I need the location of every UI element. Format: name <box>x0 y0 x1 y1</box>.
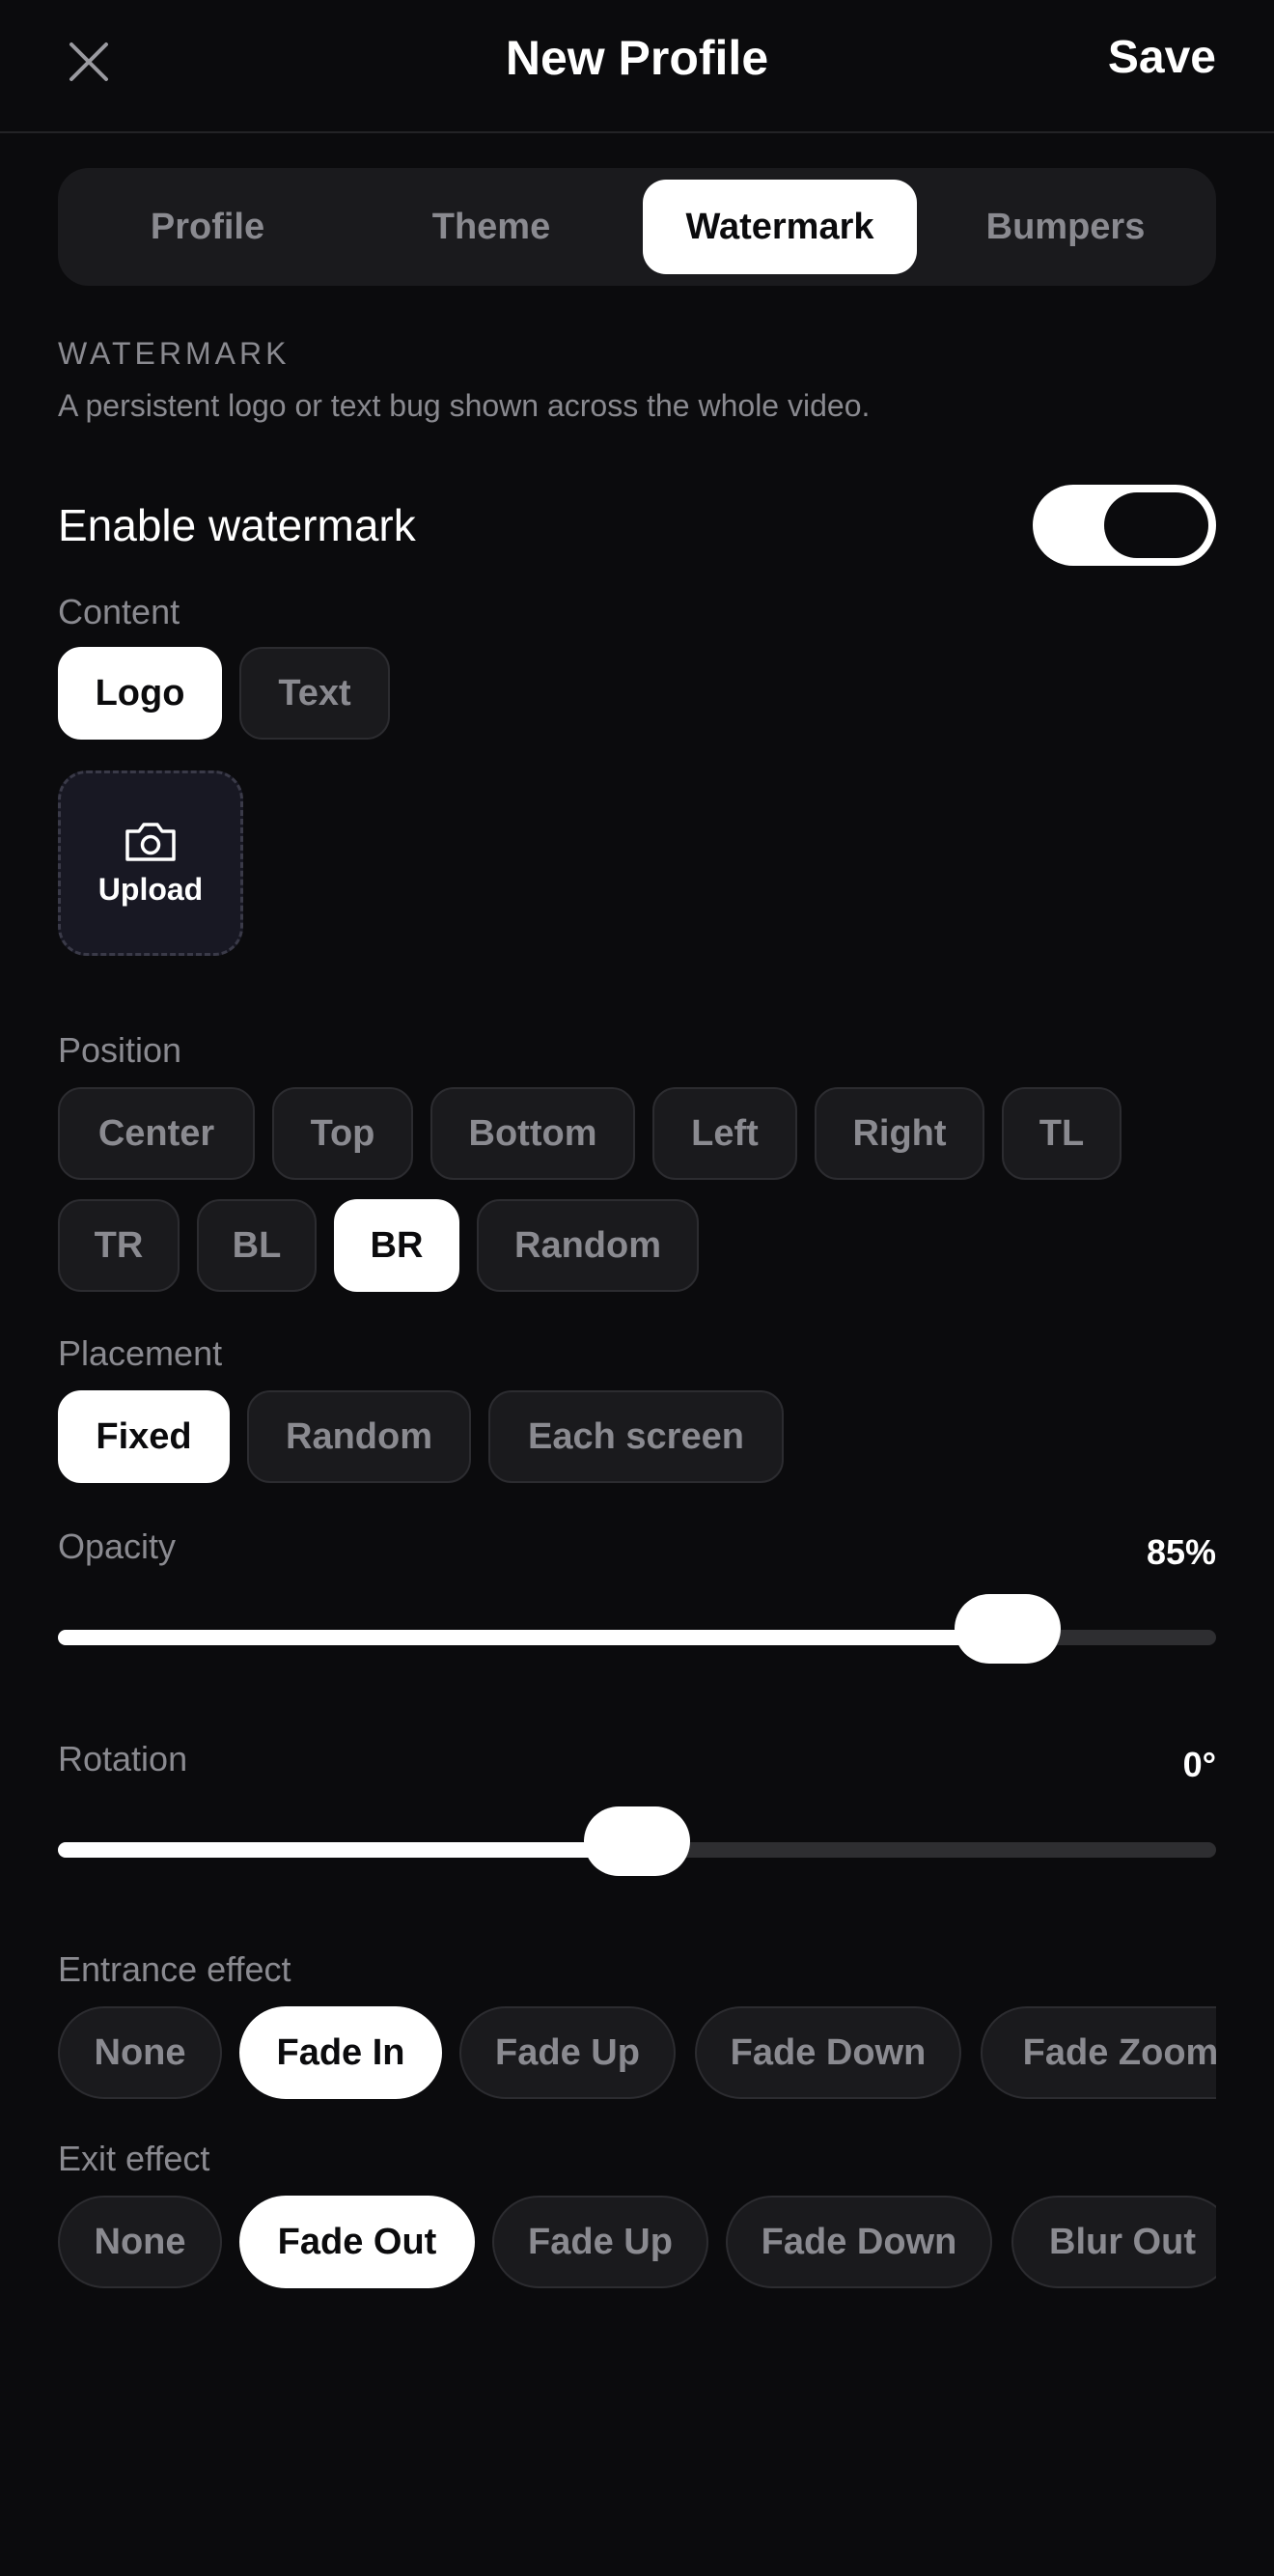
position-label: Position <box>58 1030 182 1070</box>
position-option-br[interactable]: BR <box>334 1199 459 1292</box>
position-option-right[interactable]: Right <box>815 1087 984 1180</box>
exit-effect-label: Exit effect <box>58 2139 210 2178</box>
entrance-option-fade-in[interactable]: Fade In <box>239 2006 442 2099</box>
opacity-value: 85% <box>1146 1532 1216 1572</box>
content-option-text[interactable]: Text <box>239 647 390 740</box>
opacity-label: Opacity <box>58 1526 177 1566</box>
position-option-center[interactable]: Center <box>58 1087 255 1180</box>
placement-option-fixed[interactable]: Fixed <box>58 1390 230 1483</box>
exit-option-fade-out[interactable]: Fade Out <box>239 2196 475 2288</box>
placement-option-each-screen[interactable]: Each screen <box>488 1390 784 1483</box>
placement-option-random[interactable]: Random <box>247 1390 471 1483</box>
tab-profile[interactable]: Profile <box>69 180 346 274</box>
entrance-option-fade-down[interactable]: Fade Down <box>695 2006 961 2099</box>
entrance-option-none[interactable]: None <box>58 2006 222 2099</box>
entrance-option-fade-up[interactable]: Fade Up <box>459 2006 676 2099</box>
opacity-slider-thumb[interactable] <box>955 1594 1061 1664</box>
rotation-value: 0° <box>1182 1745 1216 1784</box>
rotation-slider-fill <box>58 1842 637 1858</box>
toggle-knob <box>1104 492 1208 558</box>
section-description: A persistent logo or text bug shown acro… <box>58 388 871 423</box>
header-bar: New Profile Save <box>0 0 1274 133</box>
exit-option-none[interactable]: None <box>58 2196 222 2288</box>
position-option-left[interactable]: Left <box>652 1087 797 1180</box>
tab-bumpers[interactable]: Bumpers <box>927 180 1205 274</box>
rotation-slider-thumb[interactable] <box>584 1806 690 1876</box>
rotation-label: Rotation <box>58 1739 188 1778</box>
position-option-random[interactable]: Random <box>477 1199 699 1292</box>
opacity-slider-fill <box>58 1630 1008 1645</box>
tab-theme[interactable]: Theme <box>355 180 627 274</box>
camera-icon <box>125 822 176 861</box>
entrance-effect-options: None Fade In Fade Up Fade Down Fade Zoom <box>58 2001 1216 2107</box>
exit-option-fade-down[interactable]: Fade Down <box>726 2196 992 2288</box>
exit-effect-options: None Fade Out Fade Up Fade Down Blur Out <box>58 2190 1216 2296</box>
opacity-slider[interactable] <box>58 1594 1216 1664</box>
position-option-bl[interactable]: BL <box>197 1199 317 1292</box>
upload-button[interactable]: Upload <box>58 770 243 956</box>
rotation-slider[interactable] <box>58 1806 1216 1876</box>
placement-label: Placement <box>58 1333 223 1373</box>
tab-watermark[interactable]: Watermark <box>643 180 917 274</box>
entrance-option-fade-zoom[interactable]: Fade Zoom <box>981 2006 1216 2099</box>
exit-option-blur-out[interactable]: Blur Out <box>1011 2196 1216 2288</box>
position-option-tr[interactable]: TR <box>58 1199 180 1292</box>
position-option-bottom[interactable]: Bottom <box>430 1087 635 1180</box>
enable-watermark-toggle[interactable] <box>1033 485 1216 566</box>
save-button[interactable]: Save <box>1108 27 1216 89</box>
content-label: Content <box>58 592 180 631</box>
profile-tabs: Profile Theme Watermark Bumpers <box>58 168 1216 286</box>
position-option-tl[interactable]: TL <box>1002 1087 1122 1180</box>
section-title: WATERMARK <box>58 336 291 371</box>
upload-label: Upload <box>97 871 204 907</box>
enable-watermark-label: Enable watermark <box>58 500 416 550</box>
exit-option-fade-up[interactable]: Fade Up <box>492 2196 708 2288</box>
position-option-top[interactable]: Top <box>272 1087 413 1180</box>
content-option-logo[interactable]: Logo <box>58 647 222 740</box>
page-title: New Profile <box>505 31 769 85</box>
entrance-effect-label: Entrance effect <box>58 1949 291 1989</box>
